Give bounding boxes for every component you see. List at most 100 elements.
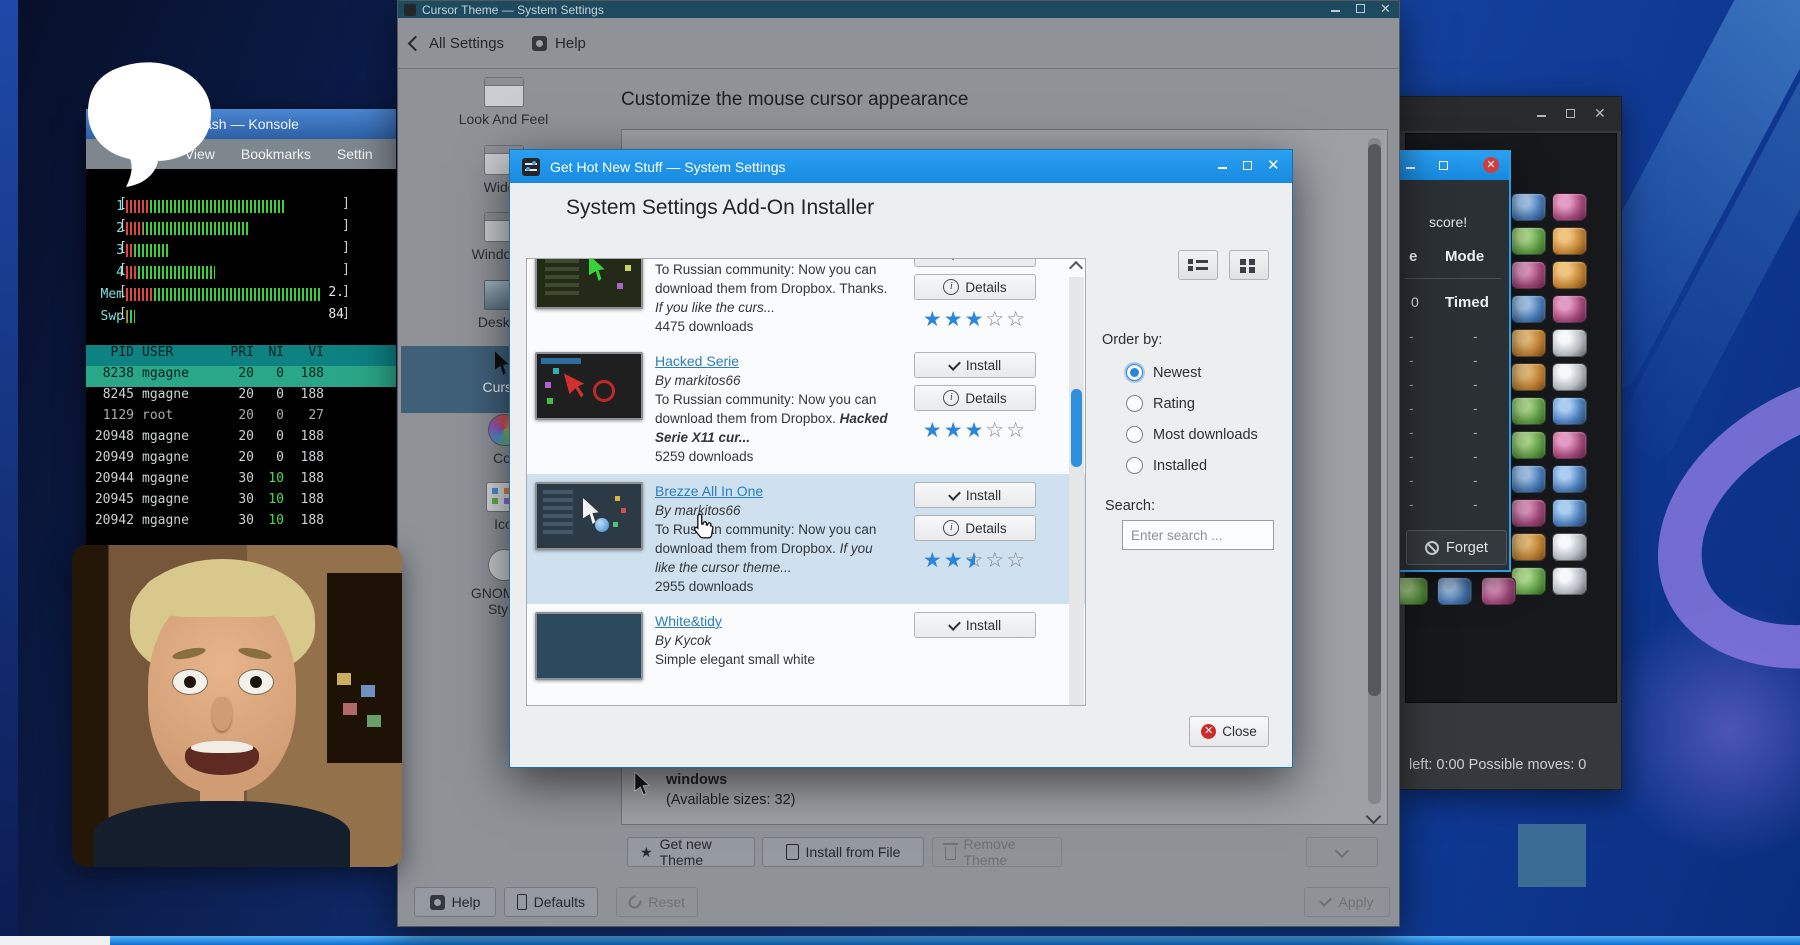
gem-purple[interactable] xyxy=(1511,499,1546,527)
theme-list-item-windows[interactable]: windows (Available sizes: 32) xyxy=(632,772,796,808)
minimize-icon[interactable] xyxy=(1536,108,1547,119)
get-new-theme-button[interactable]: ★Get new Theme xyxy=(627,837,755,867)
gem-orange[interactable] xyxy=(1511,533,1546,561)
install-button[interactable]: Install xyxy=(914,482,1036,508)
list-view-toggle-button[interactable] xyxy=(1178,250,1218,280)
gem-green[interactable] xyxy=(1511,431,1546,459)
minimize-icon[interactable] xyxy=(1405,160,1416,171)
highscore-titlebar[interactable]: ✕ xyxy=(1399,152,1509,180)
check-icon xyxy=(948,258,961,259)
gem-blue[interactable] xyxy=(1552,397,1587,425)
radio-most-downloads[interactable]: Most downloads xyxy=(1126,426,1258,443)
gem-orange[interactable] xyxy=(1511,363,1546,391)
scrollbar[interactable] xyxy=(1368,138,1381,804)
gem-blue[interactable] xyxy=(1511,193,1546,221)
grid-view-toggle-button[interactable] xyxy=(1229,250,1269,280)
help-button-bottom[interactable]: Help xyxy=(414,887,496,917)
process-row[interactable]: 8245mgagne200188 xyxy=(86,387,396,408)
details-button[interactable]: iDetails xyxy=(914,385,1036,411)
addon-item[interactable]: Hacked Serie By markitos66 To Russian co… xyxy=(527,344,1085,474)
addon-title-link[interactable]: White&tidy xyxy=(655,613,722,629)
maximize-icon[interactable] xyxy=(1438,160,1449,171)
addon-item-selected[interactable]: Brezze All In One By markitos66 To Russi… xyxy=(527,474,1085,604)
process-row[interactable]: 20945mgagne3010188 xyxy=(86,492,396,513)
gem-purple[interactable] xyxy=(1552,431,1587,459)
selected-theme-row[interactable] xyxy=(1518,824,1586,887)
install-button[interactable]: Install xyxy=(914,258,1036,267)
gem-orange[interactable] xyxy=(1511,329,1546,357)
addon-item[interactable]: By markitos66 To Russian community: Now … xyxy=(527,258,1085,344)
scrollbar-thumb[interactable] xyxy=(1071,389,1082,467)
process-row[interactable]: 1129root20027 xyxy=(86,408,396,429)
remove-theme-button[interactable]: Remove Theme xyxy=(932,837,1062,867)
eye xyxy=(172,669,208,695)
gem-blue[interactable] xyxy=(1552,465,1587,493)
forget-button[interactable]: Forget xyxy=(1406,530,1507,565)
reset-button[interactable]: Reset xyxy=(616,887,698,917)
gem-white[interactable] xyxy=(1552,363,1587,391)
gem-white[interactable] xyxy=(1552,329,1587,357)
gem-green[interactable] xyxy=(1511,227,1546,255)
gem-white[interactable] xyxy=(1552,533,1587,561)
menu-settings[interactable]: Settin xyxy=(337,146,373,162)
gem-green[interactable] xyxy=(1511,397,1546,425)
maximize-icon[interactable] xyxy=(1242,160,1253,171)
close-icon[interactable]: ✕ xyxy=(1594,108,1605,119)
taskbar-left-segment[interactable] xyxy=(0,936,110,945)
gem-purple[interactable] xyxy=(1552,193,1587,221)
process-row[interactable]: 20942mgagne3010188 xyxy=(86,513,396,534)
gem-green[interactable] xyxy=(1511,567,1546,595)
gem-blue[interactable] xyxy=(1552,499,1587,527)
radio-rating[interactable]: Rating xyxy=(1126,395,1195,412)
defaults-button[interactable]: Defaults xyxy=(504,887,598,917)
gem-blue[interactable] xyxy=(1511,295,1546,323)
chevron-down-icon[interactable] xyxy=(1366,809,1382,825)
gem-orange[interactable] xyxy=(1552,261,1587,289)
sidebar-item-look-and-feel[interactable]: Look And Feel xyxy=(401,77,606,127)
maximize-icon[interactable] xyxy=(1355,3,1366,14)
addon-title-link[interactable]: Hacked Serie xyxy=(655,353,739,369)
install-from-file-button[interactable]: Install from File xyxy=(762,837,924,867)
addon-title-link[interactable]: Brezze All In One xyxy=(655,483,763,499)
gem-blue[interactable] xyxy=(1437,577,1472,605)
details-button[interactable]: iDetails xyxy=(914,274,1036,300)
maximize-icon[interactable] xyxy=(1565,108,1576,119)
apply-button[interactable]: Apply xyxy=(1304,887,1390,917)
search-input[interactable]: Enter search ... xyxy=(1122,520,1274,550)
radio-newest[interactable]: Newest xyxy=(1126,364,1201,381)
close-button[interactable]: ✕ Close xyxy=(1189,716,1269,747)
process-row[interactable]: 20949mgagne200188 xyxy=(86,450,396,471)
dialog-titlebar[interactable]: Get Hot New Stuff — System Settings ✕ xyxy=(510,150,1292,183)
size-dropdown[interactable] xyxy=(1306,837,1378,867)
minimize-icon[interactable] xyxy=(1217,160,1228,171)
gem-game-titlebar[interactable]: ✕ xyxy=(1397,97,1621,131)
scrollbar-thumb[interactable] xyxy=(1368,144,1381,696)
install-button[interactable]: Install xyxy=(914,352,1036,378)
system-settings-titlebar[interactable]: Cursor Theme — System Settings ✕ xyxy=(398,1,1399,18)
mode-value: Timed xyxy=(1445,294,1489,311)
details-button[interactable]: iDetails xyxy=(914,515,1036,541)
addon-thumbnail xyxy=(535,482,643,550)
all-settings-button[interactable]: All Settings xyxy=(410,35,504,52)
gem-white[interactable] xyxy=(1552,567,1587,595)
help-button[interactable]: Help xyxy=(532,35,586,52)
scrollbar[interactable] xyxy=(1069,277,1084,705)
close-icon[interactable]: ✕ xyxy=(1483,157,1499,173)
menu-bookmarks[interactable]: Bookmarks xyxy=(241,146,311,162)
htop-cpu-meters: 1234Mem2.Swp84 xyxy=(86,195,396,327)
process-row[interactable]: 20944mgagne3010188 xyxy=(86,471,396,492)
addon-item[interactable]: White&tidy By Kycok Simple elegant small… xyxy=(527,604,1085,688)
close-icon[interactable]: ✕ xyxy=(1267,160,1278,171)
process-row[interactable]: 20948mgagne200188 xyxy=(86,429,396,450)
radio-installed[interactable]: Installed xyxy=(1126,457,1207,474)
taskbar[interactable] xyxy=(0,936,1800,945)
gem-purple[interactable] xyxy=(1552,295,1587,323)
install-button[interactable]: Install xyxy=(914,612,1036,638)
gem-purple[interactable] xyxy=(1511,261,1546,289)
close-icon[interactable]: ✕ xyxy=(1380,3,1391,14)
gem-orange[interactable] xyxy=(1552,227,1587,255)
minimize-icon[interactable] xyxy=(1330,3,1341,14)
process-row[interactable]: 8238mgagne200188 xyxy=(86,366,396,387)
gem-blue[interactable] xyxy=(1511,465,1546,493)
gem-purple[interactable] xyxy=(1481,577,1516,605)
